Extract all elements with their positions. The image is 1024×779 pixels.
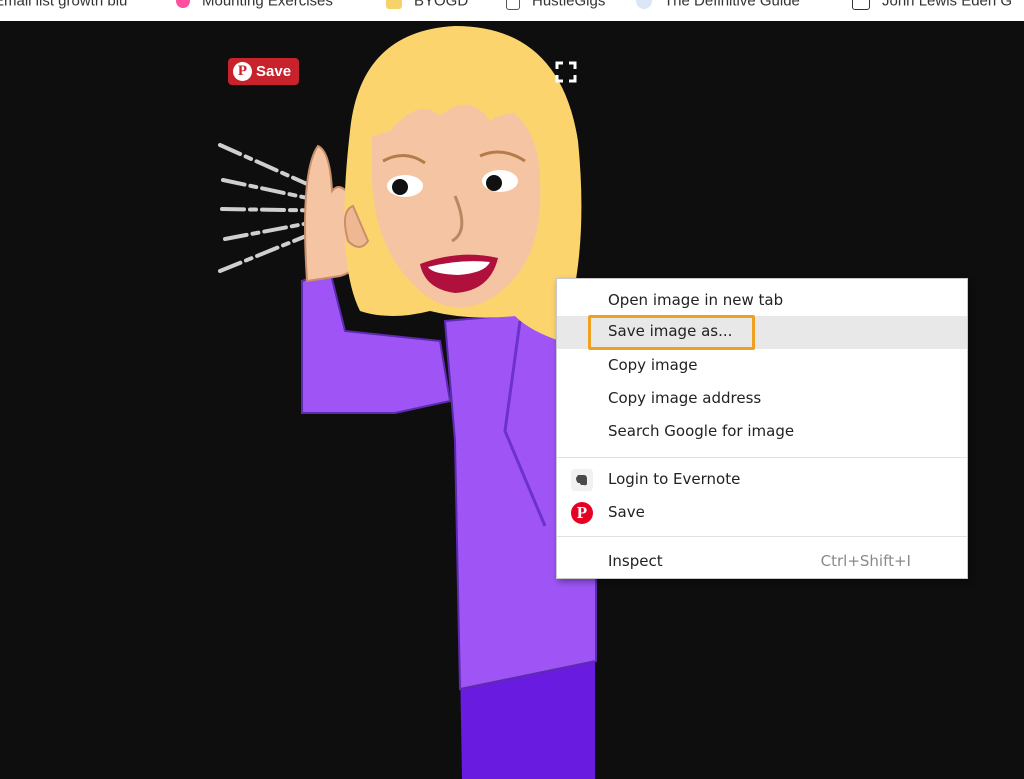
bookmarks-bar: Email list growth blu Mounting Exercises…	[0, 0, 1024, 22]
pinterest-logo-icon: P	[233, 62, 252, 81]
menu-item-label: Save image as...	[608, 322, 733, 340]
menu-separator	[557, 457, 967, 458]
menu-item-label: Search Google for image	[608, 422, 795, 440]
context-menu: Open image in new tab Save image as... C…	[556, 278, 968, 579]
bookmark-label: BYOGD	[414, 0, 469, 10]
menu-item-label: Copy image	[608, 356, 698, 374]
evernote-icon	[571, 469, 593, 491]
globe-icon	[636, 0, 652, 10]
page-icon	[506, 0, 520, 11]
bookmark-label: Mounting Exercises	[202, 0, 333, 10]
menu-item-copy-image[interactable]: Copy image	[557, 350, 967, 383]
bookmark-hustlegigs[interactable]: HustleGigs	[506, 0, 605, 12]
menu-item-copy-image-address[interactable]: Copy image address	[557, 383, 967, 416]
menu-separator	[557, 536, 967, 537]
menu-item-label: Open image in new tab	[608, 291, 784, 309]
folder-icon	[386, 0, 402, 10]
bookmark-label: HustleGigs	[532, 0, 606, 10]
menu-item-label: Save	[608, 503, 645, 521]
flag-icon	[176, 0, 190, 9]
menu-item-label: Inspect	[608, 552, 663, 570]
menu-item-open-image-new-tab[interactable]: Open image in new tab	[557, 285, 967, 318]
menu-item-save-image-as[interactable]: Save image as...	[557, 316, 967, 349]
bookmark-definitive-guide[interactable]: The Definitive Guide	[636, 0, 800, 12]
bookmark-label: The Definitive Guide	[664, 0, 800, 10]
pinterest-save-label: Save	[256, 63, 292, 80]
jl-icon	[852, 0, 870, 11]
menu-item-pinterest-save[interactable]: P Save	[557, 497, 967, 530]
bookmark-john-lewis[interactable]: John Lewis Eden G	[852, 0, 1012, 12]
menu-item-shortcut: Ctrl+Shift+I	[820, 552, 911, 570]
bookmark-label: John Lewis Eden G	[882, 0, 1013, 10]
menu-item-label: Login to Evernote	[608, 470, 741, 488]
expand-icon[interactable]	[555, 61, 577, 83]
menu-item-inspect[interactable]: Inspect Ctrl+Shift+I	[557, 546, 967, 579]
bookmark-byogd[interactable]: BYOGD	[386, 0, 468, 12]
bookmark-mounting-exercises[interactable]: Mounting Exercises	[176, 0, 333, 12]
pinterest-save-button[interactable]: P Save	[228, 58, 299, 85]
menu-item-label: Copy image address	[608, 389, 762, 407]
menu-item-login-evernote[interactable]: Login to Evernote	[557, 464, 967, 497]
bookmark-email-list[interactable]: Email list growth blu	[0, 0, 127, 12]
pinterest-icon: P	[571, 502, 593, 524]
bookmark-label: Email list growth blu	[0, 0, 128, 10]
menu-item-search-google-image[interactable]: Search Google for image	[557, 416, 967, 449]
